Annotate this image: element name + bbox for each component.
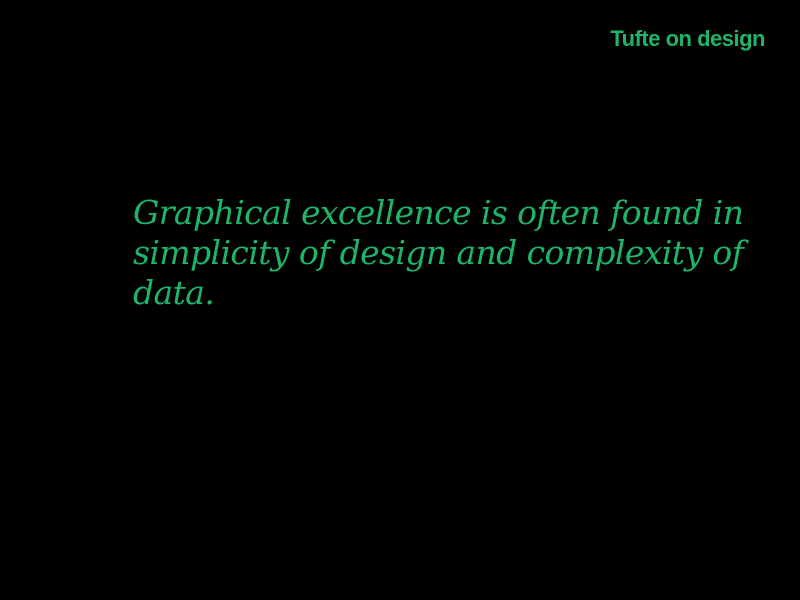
slide: Tufte on design Graphical excellence is … bbox=[0, 0, 800, 600]
quote-text: Graphical excellence is often found in s… bbox=[133, 193, 744, 312]
brand-title: Tufte on design bbox=[610, 26, 765, 51]
